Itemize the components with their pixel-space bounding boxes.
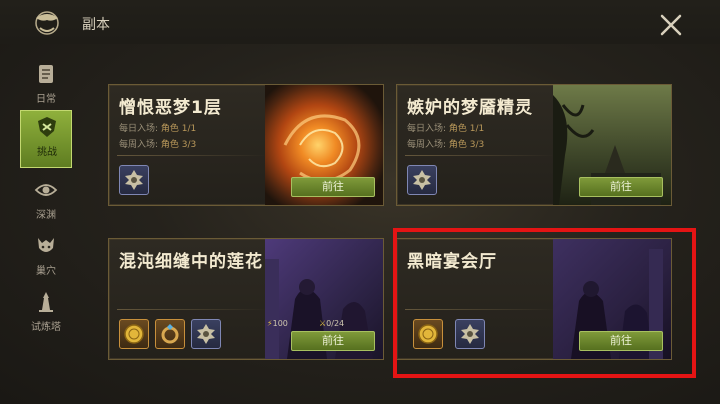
daily-entry-label: 每日入场: — [119, 124, 159, 134]
sidebar-item-label: 试炼塔 — [31, 322, 61, 333]
sidebar-item-label: 日常 — [36, 94, 56, 105]
weekly-entry-label: 每周入场: — [119, 140, 159, 150]
go-button[interactable]: 前往 — [579, 177, 663, 197]
weekly-entry: 每周入场: 角色 3/3 — [119, 137, 196, 150]
reward-slot-coin[interactable] — [119, 319, 149, 349]
sidebar-item-lair[interactable]: 巢穴 — [20, 230, 72, 288]
scroll-icon — [39, 65, 53, 83]
dungeon-title: 嫉妒的梦靥精灵 — [407, 98, 533, 118]
gold-coin-icon — [124, 324, 144, 344]
dungeon-screen: 副本 日常 挑战 深渊 巢穴 试炼塔 憎恨恶梦1层 每日入场: 角色 1/1 每… — [0, 0, 720, 404]
tower-icon — [39, 292, 53, 312]
sidebar-item-label: 挑战 — [37, 147, 57, 158]
ring-icon — [161, 324, 179, 344]
sidebar-item-label: 巢穴 — [36, 266, 56, 277]
close-icon[interactable] — [660, 14, 682, 36]
dungeon-title: 憎恨恶梦1层 — [119, 98, 222, 118]
go-button[interactable]: 前往 — [291, 177, 375, 197]
shield-challenge-icon — [38, 117, 56, 137]
count-stat-value: 0/24 — [326, 319, 345, 328]
daily-entry: 每日入场: 角色 1/1 — [119, 121, 196, 134]
reward-slot-emblem[interactable] — [191, 319, 221, 349]
go-button[interactable]: 前往 — [291, 331, 375, 351]
power-stat-value: 100 — [272, 319, 288, 328]
divider — [405, 155, 555, 156]
sidebar-item-abyss[interactable]: 深渊 — [20, 174, 72, 232]
selection-highlight-frame — [393, 228, 696, 378]
weekly-entry-value: 角色 3/3 — [448, 140, 485, 150]
daily-entry-label: 每日入场: — [407, 124, 447, 134]
reward-slot-ring[interactable] — [155, 319, 185, 349]
eye-icon — [34, 184, 58, 196]
reward-slot-emblem[interactable] — [407, 165, 437, 195]
weekly-entry: 每周入场: 角色 3/3 — [407, 137, 484, 150]
sidebar-item-challenge[interactable]: 挑战 — [20, 110, 72, 168]
emblem-reward-icon — [413, 170, 431, 190]
dragon-emblem-icon — [35, 11, 59, 35]
page-title: 副本 — [82, 17, 110, 33]
power-stat: ⚡100 — [267, 319, 288, 328]
dungeon-card-chaos-lotus: 混沌细缝中的莲花 ⚡100 ⚔0/24 前往 — [108, 238, 384, 360]
sidebar-item-label: 深渊 — [36, 210, 56, 221]
dungeon-card-jealous-nightmare-spirit: 嫉妒的梦靥精灵 每日入场: 角色 1/1 每周入场: 角色 3/3 前往 — [396, 84, 672, 206]
emblem-reward-icon — [197, 324, 215, 344]
count-stat: ⚔0/24 — [319, 319, 344, 328]
divider — [117, 155, 267, 156]
weekly-entry-label: 每周入场: — [407, 140, 447, 150]
weekly-entry-value: 角色 3/3 — [160, 140, 197, 150]
beast-icon — [38, 238, 54, 252]
daily-entry: 每日入场: 角色 1/1 — [407, 121, 484, 134]
dungeon-card-hatred-nightmare: 憎恨恶梦1层 每日入场: 角色 1/1 每周入场: 角色 3/3 前往 — [108, 84, 384, 206]
sidebar-item-daily[interactable]: 日常 — [20, 58, 72, 116]
daily-entry-value: 角色 1/1 — [448, 124, 485, 134]
sidebar-item-trial-tower[interactable]: 试炼塔 — [20, 286, 72, 344]
dungeon-title: 混沌细缝中的莲花 — [119, 252, 263, 272]
top-bar: 副本 — [0, 0, 720, 44]
reward-slot-emblem[interactable] — [119, 165, 149, 195]
daily-entry-value: 角色 1/1 — [160, 124, 197, 134]
divider — [117, 309, 267, 310]
emblem-reward-icon — [125, 170, 143, 190]
